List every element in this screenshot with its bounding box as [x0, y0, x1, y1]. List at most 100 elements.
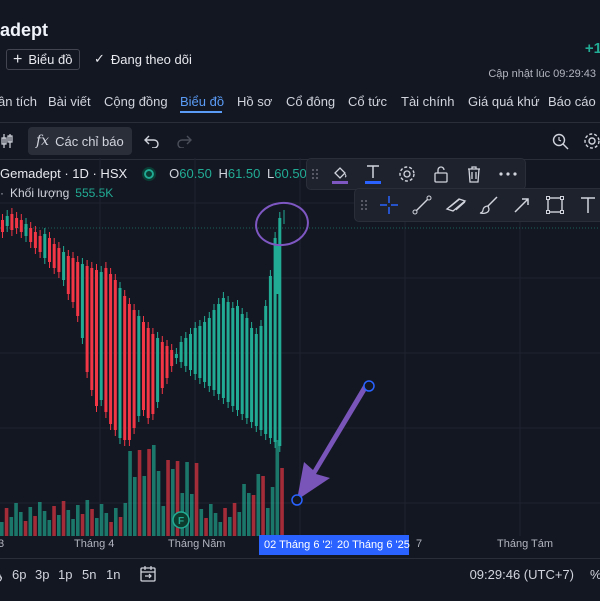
- volume-bar: [76, 505, 80, 536]
- bottom-bar: y 6p 3p 1p 5n 1n 09:29:46 (UTC+7) %: [0, 558, 600, 601]
- volume-bar: [23, 521, 28, 536]
- candle-body: [71, 258, 75, 302]
- volume-bar: [204, 518, 208, 536]
- percent-toggle[interactable]: %: [590, 567, 600, 582]
- tab-financials[interactable]: Tài chính: [401, 88, 454, 120]
- volume-bar: [90, 509, 94, 536]
- more-icon[interactable]: [491, 160, 525, 188]
- range-6m[interactable]: 6p: [12, 567, 26, 582]
- volume-bar: [213, 513, 218, 536]
- drag-handle-icon[interactable]: [355, 191, 373, 219]
- updated-time: Cập nhật lúc 09:29:43: [488, 68, 596, 80]
- volume-bars: [0, 440, 284, 536]
- time-label: 7: [416, 538, 423, 550]
- candle-body: [127, 304, 131, 440]
- candle-body: [137, 316, 141, 416]
- undo-icon[interactable]: [140, 129, 164, 153]
- tab-price-history[interactable]: Giá quá khứ: [468, 88, 540, 120]
- function-icon: fx: [36, 133, 50, 149]
- candle-body: [10, 214, 14, 230]
- tab-reports[interactable]: Báo cáo: [548, 88, 596, 120]
- volume-bar: [152, 445, 156, 536]
- candle-body: [80, 264, 84, 338]
- candle-body: [189, 334, 192, 370]
- candle-body: [52, 244, 56, 268]
- volume-bar: [52, 506, 56, 536]
- volume-bar: [232, 503, 237, 536]
- settings-gear-icon[interactable]: [580, 129, 600, 153]
- rectangle-tool-icon[interactable]: [539, 191, 572, 219]
- time-label: Tháng Năm: [168, 538, 226, 550]
- volume-bar: [66, 510, 71, 536]
- range-partial: y: [0, 567, 2, 582]
- volume-bar: [104, 513, 109, 536]
- candle-body: [43, 234, 47, 258]
- active-tab-underline: [180, 111, 222, 113]
- settings-icon[interactable]: [390, 160, 424, 188]
- candle-body: [250, 328, 254, 422]
- channel-icon[interactable]: [439, 191, 472, 219]
- volume-bar: [223, 508, 227, 536]
- volume-bar: [14, 503, 18, 536]
- text-color-icon[interactable]: [357, 160, 391, 188]
- tab-chart[interactable]: Biểu đồ: [180, 88, 224, 120]
- candle-body: [170, 350, 174, 366]
- volume-bar: [156, 471, 161, 536]
- range-1d[interactable]: 1n: [106, 567, 120, 582]
- volume-bar: [47, 520, 52, 536]
- candle-body: [95, 270, 98, 406]
- volume-bar: [237, 512, 242, 536]
- quick-search-icon[interactable]: [548, 129, 572, 153]
- trend-line-icon[interactable]: [406, 191, 439, 219]
- text-tool-icon[interactable]: [572, 191, 600, 219]
- trash-icon[interactable]: [458, 160, 492, 188]
- volume-bar: [199, 509, 204, 536]
- tab-profile[interactable]: Hồ sơ: [237, 88, 272, 120]
- fill-color-icon[interactable]: [323, 160, 357, 188]
- redo-icon[interactable]: [172, 129, 196, 153]
- drag-handle-icon[interactable]: [307, 160, 323, 188]
- tab-analysis[interactable]: ân tích: [0, 88, 37, 120]
- volume-bar: [118, 517, 123, 536]
- tab-dividends[interactable]: Cổ tức: [348, 88, 387, 120]
- candle-body: [66, 256, 70, 294]
- price-candles: [1, 208, 285, 452]
- range-3m[interactable]: 3p: [35, 567, 49, 582]
- symbol-title[interactable]: Gemadept · 1D · HSX: [0, 166, 127, 181]
- add-chart-button[interactable]: + Biểu đồ: [6, 49, 81, 70]
- tab-community[interactable]: Cộng đồng: [104, 88, 168, 120]
- volume-bar: [71, 519, 75, 536]
- candle-body: [99, 272, 103, 400]
- time-highlight-end: 20 Tháng 6 '25: [332, 535, 410, 555]
- ohlc-values: O60.50 H61.50 L60.50: [169, 166, 307, 181]
- range-5d[interactable]: 5n: [82, 567, 96, 582]
- volume-bar: [95, 518, 99, 536]
- range-1m[interactable]: 1p: [58, 567, 72, 582]
- volume-bar: [128, 451, 132, 536]
- chart-clock[interactable]: 09:29:46 (UTC+7): [470, 567, 574, 582]
- volume-bar: [171, 469, 175, 536]
- tab-shareholders[interactable]: Cổ đông: [286, 88, 335, 120]
- drawing-style-toolbar: [306, 158, 526, 190]
- indicators-button[interactable]: fx Các chỉ báo: [28, 127, 132, 155]
- candle-body: [203, 322, 207, 382]
- compare-icon[interactable]: [0, 129, 14, 153]
- candle-body: [123, 296, 127, 440]
- candle-body: [151, 334, 155, 414]
- candle-body: [160, 342, 164, 388]
- candle-body: [19, 220, 23, 232]
- volume-bar: [28, 507, 33, 536]
- time-label: Tháng 4: [74, 538, 115, 550]
- arrow-tool-icon[interactable]: [505, 191, 538, 219]
- volume-bar: [123, 503, 128, 536]
- following-button[interactable]: ✓ Đang theo dõi: [94, 51, 192, 67]
- brush-icon[interactable]: [472, 191, 505, 219]
- unlock-icon[interactable]: [424, 160, 458, 188]
- hand-drawn-circle: [255, 201, 309, 247]
- date-range-icon[interactable]: [138, 564, 158, 587]
- volume-bar: [80, 514, 85, 536]
- candle-body: [142, 322, 145, 410]
- tab-posts[interactable]: Bài viết: [48, 88, 91, 120]
- crosshair-icon[interactable]: [373, 191, 406, 219]
- volume-bar: [190, 494, 194, 536]
